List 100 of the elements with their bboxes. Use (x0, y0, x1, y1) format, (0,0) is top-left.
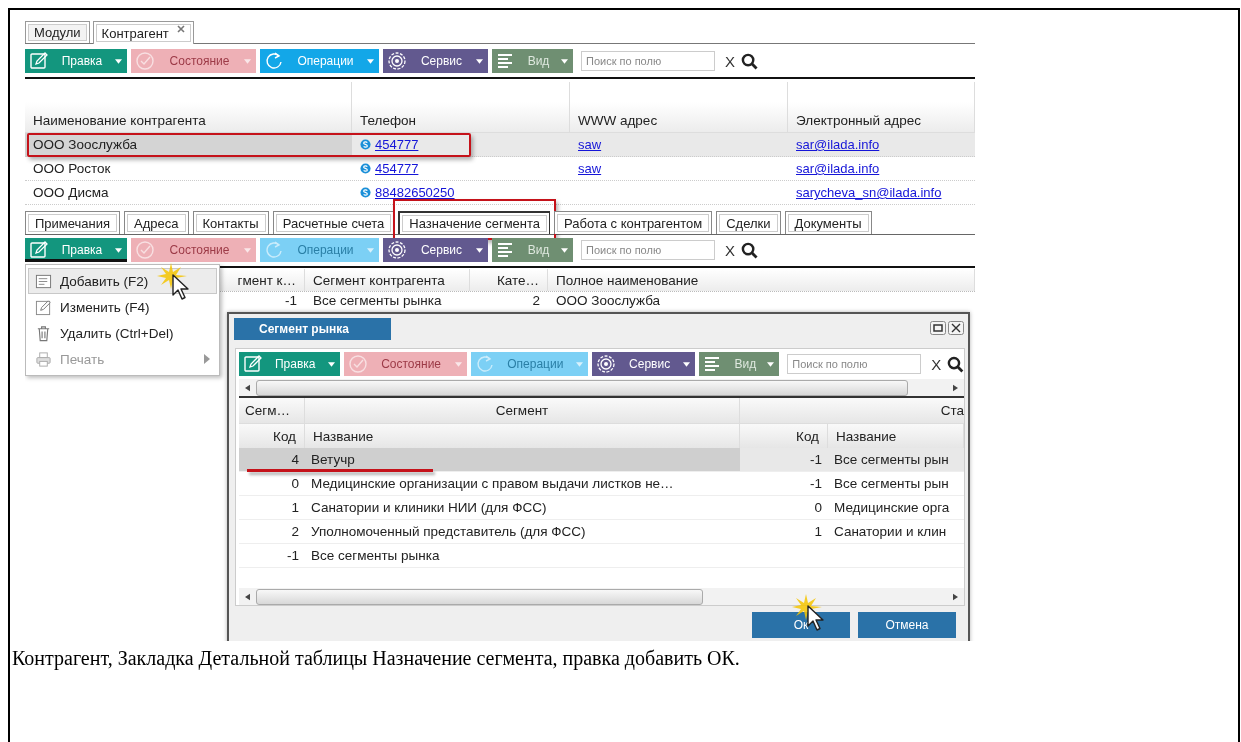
table-row[interactable]: ООО Зоослужба 454777 saw sar@ilada.info (25, 133, 975, 157)
service-menu-button[interactable]: Сервис (383, 238, 488, 262)
menu-item[interactable]: Изменить (F4) (28, 294, 217, 320)
table-row[interactable]: 0 Медицинские организации с правом выдачи листков не… -1 Все сегменты рын (239, 472, 964, 496)
detail-tab[interactable]: Назначение сегмента (398, 211, 551, 234)
caret-icon (454, 361, 462, 367)
module-tab[interactable]: Контрагент (92, 21, 194, 44)
table-cell: 2 (532, 293, 540, 309)
edit-menu-button[interactable]: Правка (25, 49, 127, 73)
phone-link[interactable]: 88482650250 (375, 185, 455, 200)
email-link[interactable]: sarycheva_sn@ilada.info (796, 185, 942, 200)
menu-item[interactable]: Удалить (Ctrl+Del) (28, 320, 217, 346)
search-field[interactable]: Поиск по полю (787, 354, 922, 374)
caret-icon (367, 247, 374, 253)
module-tab[interactable]: Модули (25, 21, 90, 43)
column-header[interactable]: Электронный адрес (788, 82, 975, 132)
caret-icon (327, 361, 335, 367)
column-header[interactable]: Кате… (470, 269, 548, 291)
detail-tab[interactable]: Расчетные счета (272, 211, 395, 234)
table-cell-text: Медицинские орга (833, 499, 951, 517)
dialog-button[interactable]: Отмена (858, 612, 956, 638)
menu-item-label: Изменить (F4) (60, 299, 151, 315)
search-icon[interactable] (741, 241, 758, 259)
scroll-right-icon[interactable] (953, 592, 958, 601)
phone-link[interactable]: 454777 (375, 137, 419, 152)
search-icon[interactable] (741, 52, 758, 70)
caret-icon (244, 247, 251, 253)
email-link[interactable]: sar@ilada.info (796, 137, 880, 152)
refresh-icon (264, 240, 284, 260)
restore-icon[interactable] (930, 321, 946, 335)
column-header[interactable]: Сегмент контрагента (305, 269, 470, 291)
email-link[interactable]: sar@ilada.info (796, 161, 880, 176)
table-cell: Ветучр (305, 448, 740, 471)
scrollbar[interactable] (239, 588, 964, 605)
column-group-header: Сегмент (305, 398, 740, 423)
column-header[interactable]: Телефон (352, 82, 570, 132)
gear-icon (387, 240, 407, 260)
dialog-button[interactable]: Ок (752, 612, 850, 638)
edit-menu-button[interactable]: Правка (239, 352, 340, 376)
column-group-header: Ста (939, 402, 964, 420)
scroll-left-icon[interactable] (245, 592, 250, 601)
gear-icon (387, 51, 407, 71)
call-icon[interactable] (360, 163, 371, 174)
service-menu-button[interactable]: Сервис (383, 49, 488, 73)
edit-menu-button[interactable]: Правка (25, 238, 127, 262)
website-link[interactable]: saw (578, 161, 602, 176)
caret-icon (115, 58, 122, 64)
column-header[interactable]: Наименование контрагента (25, 82, 352, 132)
detail-tab[interactable]: Работа с контрагентом (554, 211, 713, 234)
call-icon[interactable] (360, 187, 371, 198)
search-field[interactable]: Поиск по полю (581, 240, 715, 260)
service-menu-button[interactable]: Сервис (591, 352, 696, 376)
detail-tab[interactable]: Сделки (716, 211, 781, 234)
table-cell-text: Санатории и клиники НИИ (для ФСС) (310, 499, 548, 517)
detail-tab[interactable]: Примечания (25, 211, 121, 234)
caret-icon (767, 361, 775, 367)
table-cell: -1 (285, 293, 297, 309)
trash-icon (35, 324, 52, 342)
phone-link[interactable]: 454777 (375, 161, 419, 176)
table-cell: Все сегменты рынка (313, 293, 442, 309)
caret-icon (561, 247, 568, 253)
caret-icon (683, 361, 691, 367)
clear-button[interactable]: X (723, 52, 737, 70)
search-field[interactable]: Поиск по полю (581, 51, 715, 71)
detail-tab[interactable]: Контакты (192, 211, 269, 234)
table-row[interactable]: ООО Росток 454777 saw sar@ilada.info (25, 157, 975, 181)
menu-item-label: Удалить (Ctrl+Del) (60, 325, 175, 341)
table-row[interactable]: 4 Ветучр -1 Все сегменты рын (239, 448, 964, 472)
close-icon[interactable] (948, 321, 964, 335)
search-icon[interactable] (947, 355, 964, 373)
dialog-title: Сегмент рынка (234, 318, 391, 340)
table-cell-text: 0 (813, 499, 823, 517)
menu-item-label: Печать (60, 351, 106, 367)
table-cell-text: Медицинские организации с правом выдачи листков не… (310, 475, 675, 493)
detail-tab[interactable]: Адреса (124, 211, 189, 234)
caret-icon (561, 58, 568, 64)
table-cell-text: 2 (290, 523, 300, 541)
table-row[interactable]: ООО Дисма 88482650250 sarycheva_sn@ilada.info (25, 181, 975, 205)
website-link[interactable]: saw (578, 137, 602, 152)
check-circle-icon (347, 354, 368, 374)
table-cell-text: 1 (813, 523, 823, 541)
scroll-left-icon[interactable] (245, 383, 250, 392)
refresh-icon (264, 51, 284, 71)
scrollbar[interactable] (239, 379, 964, 398)
detail-tab[interactable]: Документы (784, 211, 872, 234)
table-row[interactable]: 1 Санатории и клиники НИИ (для ФСС) 0 Медицинские орга (239, 496, 964, 520)
call-icon[interactable] (360, 139, 371, 150)
column-header[interactable]: Полное наименование (548, 269, 975, 291)
column-header[interactable]: WWW адрес (570, 82, 788, 132)
printer-icon (35, 350, 52, 368)
table-row[interactable]: 2 Уполномоченный представитель (для ФСС) 1 Санатории и клин (239, 520, 964, 544)
table-cell-text: ООО Дисма (32, 184, 110, 202)
scroll-right-icon[interactable] (953, 383, 958, 392)
table-row[interactable]: -1 Все сегменты рынка (239, 544, 964, 568)
check-circle-icon (135, 51, 155, 71)
clear-button[interactable]: X (929, 355, 944, 373)
clear-button[interactable]: X (723, 241, 737, 259)
submenu-arrow-icon (204, 354, 210, 364)
check-circle-icon (135, 240, 155, 260)
table-cell: ООО Зоослужба (556, 293, 661, 309)
